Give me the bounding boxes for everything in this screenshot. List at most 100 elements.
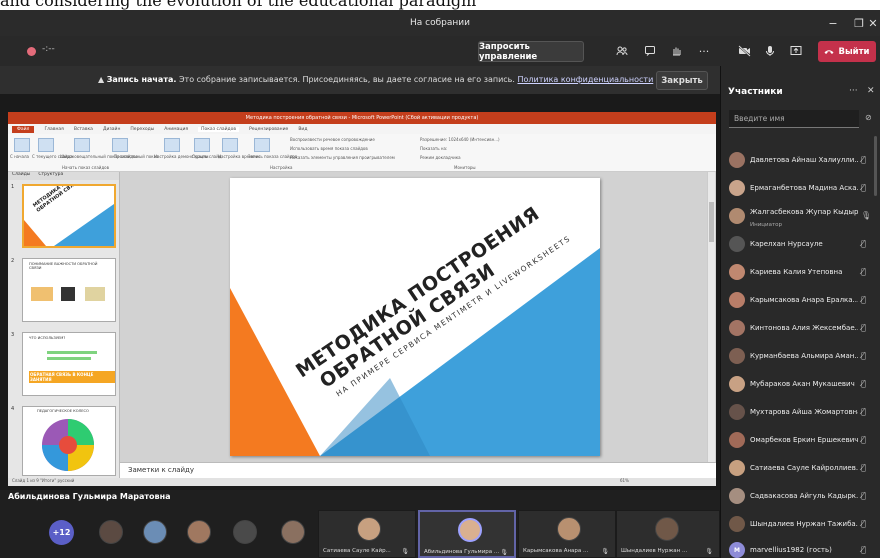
participant-row[interactable]: Жалгасбекова Жупар Кыдыр... Инициатор 🎙 [721, 204, 880, 232]
participant-row[interactable]: Мухтарова Айша Жомартовна 🎙̸ [721, 400, 880, 428]
participant-search-input[interactable]: Введите имя [729, 110, 859, 128]
custom-show-icon[interactable] [112, 138, 128, 152]
ribbon-label-custom: Произвольный показ [114, 154, 159, 159]
mic-off-icon: 🎙̸ [861, 323, 866, 332]
window-close-button[interactable]: ✕ [866, 10, 880, 36]
window-titlebar: На собрании [0, 10, 880, 36]
slide-thumbnail[interactable]: ПОНИМАНИЕ ВАЖНОСТИ ОБРАТНОЙ СВЯЗИ [22, 258, 116, 322]
mic-on-icon: 🎙 [861, 211, 872, 220]
ribbon-presenter-view[interactable]: Режим докладчика [420, 155, 461, 160]
mic-off-icon: 🎙̸ [861, 463, 866, 472]
mic-icon: 🎙 [500, 549, 508, 556]
ppt-tab-animation[interactable]: Анимация [164, 127, 188, 132]
scrollbar-thumb[interactable] [709, 202, 714, 242]
participant-row[interactable]: Мубараков Акан Мукашевич 🎙̸ [721, 372, 880, 400]
chat-icon[interactable] [640, 42, 660, 60]
leave-button[interactable]: Выйти [818, 41, 876, 62]
ppt-ribbon: С начала С текущего слайда Широковещател… [8, 134, 716, 172]
phone-hangup-icon [824, 49, 834, 54]
window-title: На собрании [410, 18, 470, 28]
mic-off-icon: 🎙̸ [861, 267, 866, 276]
slide-thumbnail[interactable]: ЧТО ИСПОЛЬЗУЕМ? ОБРАТНАЯ СВЯЗЬ В КОНЦЕ З… [22, 332, 116, 396]
ppt-tab-insert[interactable]: Вставка [74, 127, 93, 132]
minimize-button[interactable]: − [820, 10, 846, 36]
more-participants-button[interactable]: +12 [49, 520, 74, 545]
participant-row[interactable]: Курманбаева Альмира Аман... 🎙̸ [721, 344, 880, 372]
pane-tab-outline[interactable]: Структура [38, 172, 63, 180]
participant-name: Кинтонова Алия Жексембае... [750, 324, 858, 332]
avatar[interactable] [99, 520, 123, 544]
panel-more-icon[interactable]: ··· [849, 86, 858, 96]
request-control-button[interactable]: Запросить управление [478, 41, 584, 62]
participant-row[interactable]: Кариева Калия Утеповна 🎙̸ [721, 260, 880, 288]
participant-tile-active[interactable]: Абильдинова Гульмира ... 🎙 [418, 510, 516, 558]
participant-row[interactable]: Mmarvellius1982 (гость) 🎙̸ [721, 538, 880, 558]
avatar[interactable] [233, 520, 257, 544]
ppt-tab-review[interactable]: Рецензирование [249, 127, 288, 132]
setup-show-icon[interactable] [164, 138, 180, 152]
slides-pane-tabs: Слайды Структура [8, 172, 119, 180]
camera-off-icon[interactable] [734, 42, 754, 60]
rehearse-icon[interactable] [222, 138, 238, 152]
thumb-2-image [61, 287, 75, 301]
ppt-tab-home[interactable]: Главная [44, 127, 63, 132]
slide-thumbnail[interactable]: ПЕДАГОГИЧЕСКОЕ КОЛЕСО [22, 406, 116, 476]
banner-close-button[interactable]: Закрыть [656, 71, 708, 90]
participant-name: Курманбаева Альмира Аман... [750, 352, 858, 360]
current-slide[interactable]: МЕТОДИКА ПОСТРОЕНИЯ ОБРАТНОЙ СВЯЗИ НА ПР… [230, 178, 600, 456]
ppt-tab-transitions[interactable]: Переходы [130, 127, 154, 132]
participant-tile[interactable]: Шындалиев Нуржан ... 🎙 [616, 510, 720, 558]
avatar[interactable] [281, 520, 305, 544]
pane-tab-slides[interactable]: Слайды [12, 172, 30, 180]
share-screen-icon[interactable] [786, 42, 806, 60]
ribbon-check-timings[interactable]: Использовать время показа слайдов [290, 146, 368, 151]
ribbon-label-from-start: С начала [10, 154, 29, 159]
participant-row[interactable]: Сатиаева Сауле Кайроллиев... 🎙̸ [721, 456, 880, 484]
share-invite-icon[interactable]: ⊘ [865, 113, 872, 122]
mic-icon[interactable] [760, 42, 780, 60]
slide-thumbnail[interactable]: МЕТОДИКА ПОСТРОЕНИЯ ОБРАТНОЙ СВЯЗИ [22, 184, 116, 248]
guest-avatar: M [729, 542, 745, 558]
participant-row[interactable]: Шындалиев Нуржан Тажиба... 🎙̸ [721, 512, 880, 540]
participant-row[interactable]: Давлетова Айнаш Халиулли... 🎙̸ [721, 148, 880, 176]
ppt-tab-file[interactable]: Файл [12, 125, 35, 133]
people-icon[interactable] [612, 42, 632, 60]
privacy-policy-link[interactable]: Политика конфиденциальности [517, 75, 653, 84]
ppt-tab-design[interactable]: Дизайн [103, 127, 120, 132]
avatar [729, 376, 745, 392]
participant-row[interactable]: Карымсакова Анара Ералка... 🎙̸ [721, 288, 880, 316]
ribbon-resolution[interactable]: Разрешение: 1024x640 (Интенсивн...) [420, 137, 500, 142]
hide-slide-icon[interactable] [194, 138, 210, 152]
from-start-icon[interactable] [14, 138, 30, 152]
ribbon-show-on[interactable]: Показать на: [420, 146, 447, 151]
participant-row[interactable]: Ермаганбетова Мадина Аска... 🎙̸ [721, 176, 880, 204]
from-current-icon[interactable] [38, 138, 54, 152]
avatar[interactable] [143, 520, 167, 544]
participant-name: Кариева Калия Утеповна [750, 268, 843, 276]
ppt-zoom[interactable]: 61% [620, 478, 629, 483]
participant-row[interactable]: Карелхан Нурсауле 🎙̸ [721, 232, 880, 260]
participant-tile[interactable]: Сатиаева Сауле Кайр... 🎙 [318, 510, 416, 558]
raise-hand-icon[interactable] [666, 42, 686, 60]
mic-icon: 🎙 [601, 548, 609, 555]
participant-row[interactable]: Кинтонова Алия Жексембае... 🎙̸ [721, 316, 880, 344]
presenter-name: Абильдинова Гульмира Маратовна [8, 492, 171, 501]
avatar [729, 460, 745, 476]
panel-close-icon[interactable]: ✕ [867, 86, 875, 96]
slide-notes[interactable]: Заметки к слайду [120, 462, 716, 478]
ppt-tab-slideshow[interactable]: Показ слайдов [198, 126, 240, 132]
participant-row[interactable]: Омарбеков Еркин Ершекевич 🎙̸ [721, 428, 880, 456]
ribbon-check-narration[interactable]: Воспроизвести речевое сопровождение [290, 137, 375, 142]
mic-off-icon: 🎙̸ [861, 491, 866, 500]
more-icon[interactable]: ··· [694, 42, 714, 60]
participant-tile[interactable]: Карымсакова Анара ... 🎙 [518, 510, 616, 558]
avatar[interactable] [187, 520, 211, 544]
participant-name: Ермаганбетова Мадина Аска... [750, 184, 858, 192]
slide-scrollbar[interactable] [707, 172, 715, 462]
ribbon-check-controls[interactable]: Показать элементы управления проигрывате… [290, 155, 395, 160]
participant-row[interactable]: Садвакасова Айгуль Кадырк... 🎙̸ [721, 484, 880, 512]
record-show-icon[interactable] [254, 138, 270, 152]
broadcast-icon[interactable] [74, 138, 90, 152]
thumb-number: 2 [11, 258, 15, 264]
ppt-tab-view[interactable]: Вид [298, 127, 307, 132]
